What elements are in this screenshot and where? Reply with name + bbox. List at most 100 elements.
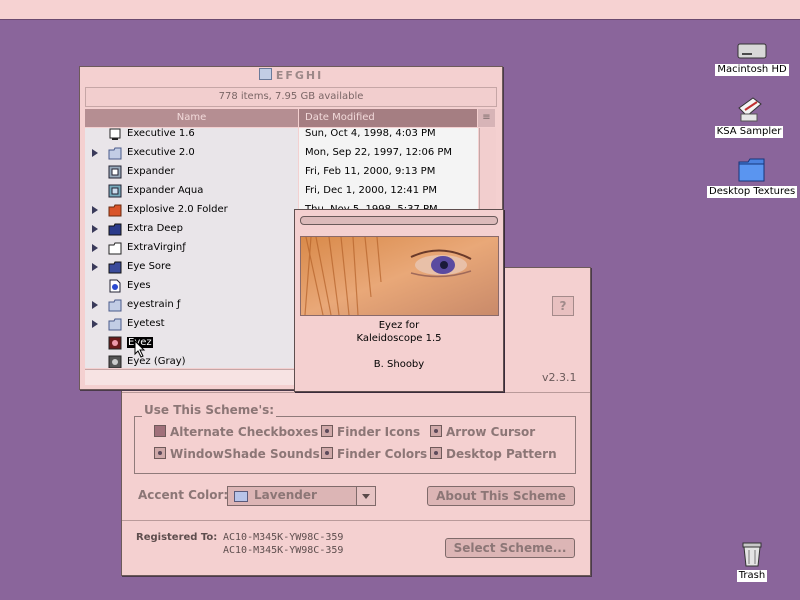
version-label: v2.3.1	[542, 371, 577, 384]
popup-title-bar[interactable]	[300, 216, 498, 225]
arrow-cursor-option[interactable]: Arrow Cursor	[430, 425, 535, 439]
item-name: Eyetest	[127, 318, 165, 329]
registration-code: AC10-M345K-YW98C-359	[223, 532, 344, 543]
application-icon	[108, 184, 122, 198]
window-title: EFGHI	[275, 69, 324, 82]
eye-checkbox-icon	[321, 425, 333, 437]
arrow-cursor-icon	[134, 340, 146, 358]
name-cell: eyestrain ƒ	[85, 296, 298, 315]
item-date: Mon, Sep 22, 1997, 12:06 PM	[305, 147, 453, 158]
name-cell: Expander Aqua	[85, 182, 298, 201]
name-cell: Expander	[85, 163, 298, 182]
disclosure-triangle-icon[interactable]	[92, 263, 98, 271]
desktop-icon-ksa-sampler[interactable]: KSA Sampler	[704, 94, 794, 138]
name-cell: Eyez (Gray)	[85, 353, 298, 368]
disclosure-triangle-icon[interactable]	[92, 149, 98, 157]
option-label: Alternate Checkboxes	[170, 425, 319, 439]
column-header-label: Date Modified	[305, 112, 375, 123]
name-cell: Explosive 2.0 Folder	[85, 201, 298, 220]
item-name: Eye Sore	[127, 261, 172, 272]
item-date: Sun, Oct 4, 1998, 4:03 PM	[305, 128, 436, 139]
desktop-icon-label: Macintosh HD	[715, 64, 789, 76]
eye-checkbox-icon	[154, 447, 166, 459]
desktop-icon-desktop-textures[interactable]: Desktop Textures	[707, 154, 798, 198]
name-cell: Eyetest	[85, 315, 298, 334]
accent-color-select[interactable]: Lavender	[227, 486, 376, 506]
folder-icon	[108, 299, 122, 312]
desktop-icon-macintosh-hd[interactable]: Macintosh HD	[707, 42, 797, 76]
item-name: Explosive 2.0 Folder	[127, 204, 228, 215]
checkbox-icon	[154, 425, 166, 437]
use-scheme-title: Use This Scheme's:	[142, 403, 277, 417]
name-cell: Eye Sore	[85, 258, 298, 277]
folder-icon	[108, 223, 122, 236]
finder-icons-option[interactable]: Finder Icons	[321, 425, 420, 439]
item-name: Expander Aqua	[127, 185, 204, 196]
eye-image-graphic	[301, 237, 498, 315]
date-cell: Sun, Oct 4, 1998, 4:03 PM	[299, 128, 478, 144]
alt-checkboxes-option[interactable]: Alternate Checkboxes	[154, 425, 318, 439]
option-label: Desktop Pattern	[446, 447, 557, 461]
eye-checkbox-icon	[430, 425, 442, 437]
folder-icon	[108, 318, 122, 331]
scheme-icon	[108, 355, 122, 368]
date-cell: Fri, Feb 11, 2000, 9:13 PM	[299, 163, 478, 182]
registration-code: AC10-M345K-YW98C-359	[223, 545, 344, 556]
list-item[interactable]: Executive 1.6 Sun, Oct 4, 1998, 4:03 PM	[85, 128, 478, 144]
column-header-label: Name	[176, 112, 207, 123]
column-header-name[interactable]: Name	[85, 109, 298, 127]
item-date: Fri, Feb 11, 2000, 9:13 PM	[305, 166, 436, 177]
list-item[interactable]: Expander Aqua Fri, Dec 1, 2000, 12:41 PM	[85, 182, 478, 201]
application-icon	[109, 128, 121, 140]
folder-icon	[108, 261, 122, 274]
registered-label: Registered To:	[136, 532, 218, 543]
date-cell: Fri, Dec 1, 2000, 12:41 PM	[299, 182, 478, 201]
divider	[122, 520, 590, 521]
select-scheme-button[interactable]: Select Scheme...	[445, 538, 575, 558]
column-header-date[interactable]: Date Modified	[299, 109, 477, 127]
desktop-icon-trash[interactable]: Trash	[707, 538, 797, 582]
accent-color-value: Lavender	[254, 488, 317, 502]
item-date: Fri, Dec 1, 2000, 12:41 PM	[305, 185, 437, 196]
name-cell: Eyes	[85, 277, 298, 296]
scheme-about-popup: Eyez for Kaleidoscope 1.5 B. Shooby	[294, 209, 504, 392]
folder-icon	[108, 147, 122, 160]
sort-direction-button[interactable]: ≡	[478, 109, 495, 127]
accent-color-label: Accent Color:	[138, 488, 229, 502]
eye-image	[300, 236, 499, 316]
about-scheme-button[interactable]: About This Scheme	[427, 486, 575, 506]
desktop-icon-label: Desktop Textures	[707, 186, 798, 198]
menu-bar[interactable]	[0, 0, 800, 20]
list-item[interactable]: Executive 2.0 Mon, Sep 22, 1997, 12:06 P…	[85, 144, 478, 163]
item-name: Expander	[127, 166, 175, 177]
item-name: Extra Deep	[127, 223, 183, 234]
disclosure-triangle-icon[interactable]	[92, 301, 98, 309]
option-label: Finder Icons	[337, 425, 421, 439]
name-cell: Executive 2.0	[85, 144, 298, 163]
popup-author: B. Shooby	[373, 359, 425, 370]
list-item[interactable]: Expander Fri, Feb 11, 2000, 9:13 PM	[85, 163, 478, 182]
trash-icon	[742, 542, 762, 567]
scheme-icon	[108, 336, 122, 350]
help-button[interactable]: ?	[552, 296, 574, 316]
folder-icon	[108, 242, 122, 255]
windowshade-sounds-option[interactable]: WindowShade Sounds	[154, 447, 320, 461]
finder-colors-option[interactable]: Finder Colors	[321, 447, 427, 461]
chevron-down-icon[interactable]	[356, 487, 375, 505]
document-icon	[738, 97, 762, 122]
color-swatch-icon	[234, 491, 248, 502]
document-icon	[109, 279, 121, 293]
desktop-pattern-option[interactable]: Desktop Pattern	[430, 447, 557, 461]
option-label: WindowShade Sounds	[170, 447, 320, 461]
disclosure-triangle-icon[interactable]	[92, 225, 98, 233]
eye-checkbox-icon	[321, 447, 333, 459]
window-title-bar[interactable]: EFGHI	[80, 67, 502, 84]
disclosure-triangle-icon[interactable]	[92, 320, 98, 328]
disclosure-triangle-icon[interactable]	[92, 206, 98, 214]
item-name: Eyes	[127, 280, 151, 291]
hard-drive-icon	[737, 43, 767, 59]
popup-scheme-name: Eyez for	[378, 320, 420, 331]
item-name: Executive 1.6	[127, 128, 195, 139]
item-name: Executive 2.0	[127, 147, 195, 158]
disclosure-triangle-icon[interactable]	[92, 244, 98, 252]
